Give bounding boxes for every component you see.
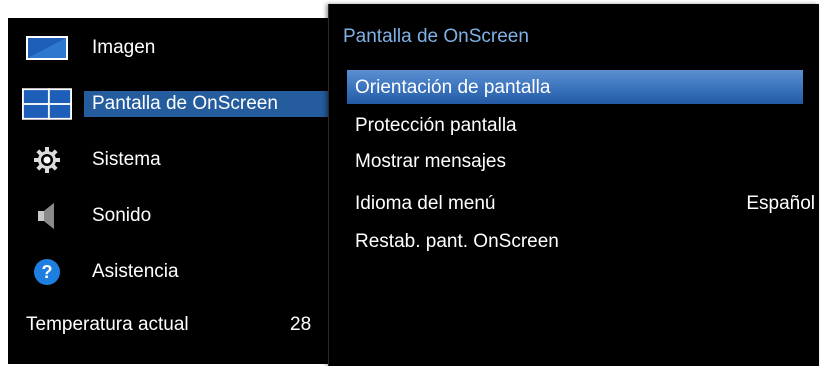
submenu-panel: Pantalla de OnScreen Orientación de pant… <box>328 4 819 366</box>
submenu-item-idioma[interactable]: Idioma del menú Español <box>347 186 815 220</box>
main-menu: Imagen Pantalla de OnScreen Sistema Soni… <box>8 18 330 364</box>
svg-text:?: ? <box>42 262 53 282</box>
language-value: Español <box>746 193 815 214</box>
menu-item-sonido[interactable]: Sonido <box>8 194 330 238</box>
submenu-item-proteccion[interactable]: Protección pantalla <box>347 108 803 142</box>
submenu-item-mostrar-mensajes[interactable]: Mostrar mensajes <box>347 144 803 178</box>
temperature-value: 28 <box>290 314 312 335</box>
menu-item-label: Pantalla de OnScreen <box>92 93 278 114</box>
submenu-item-label: Orientación de pantalla <box>355 77 551 98</box>
submenu-item-label: Restab. pant. OnScreen <box>355 231 559 252</box>
menu-item-label: Imagen <box>92 37 156 58</box>
submenu-item-restab[interactable]: Restab. pant. OnScreen <box>347 224 803 258</box>
menu-item-label: Sonido <box>92 205 152 226</box>
speaker-icon <box>22 198 72 234</box>
submenu-item-label: Mostrar mensajes <box>355 151 506 172</box>
menu-item-sistema[interactable]: Sistema <box>8 138 330 182</box>
menu-item-label: Sistema <box>92 149 161 170</box>
menu-item-imagen[interactable]: Imagen <box>8 26 330 70</box>
submenu-title: Pantalla de OnScreen <box>343 26 529 47</box>
menu-item-label: Asistencia <box>92 261 179 282</box>
help-icon: ? <box>22 254 72 290</box>
gear-icon <box>22 142 72 178</box>
submenu-item-label: Idioma del menú <box>355 193 496 214</box>
submenu-item-orientacion[interactable]: Orientación de pantalla <box>347 70 803 104</box>
submenu-item-label: Protección pantalla <box>355 115 517 136</box>
temperature-label: Temperatura actual <box>26 314 189 335</box>
temperature-readout: Temperatura actual 28 <box>8 308 330 342</box>
menu-item-pantalla-onscreen[interactable]: Pantalla de OnScreen <box>8 82 330 126</box>
onscreen-display-icon <box>22 86 72 122</box>
picture-icon <box>22 30 72 66</box>
menu-item-asistencia[interactable]: ? Asistencia <box>8 250 330 294</box>
